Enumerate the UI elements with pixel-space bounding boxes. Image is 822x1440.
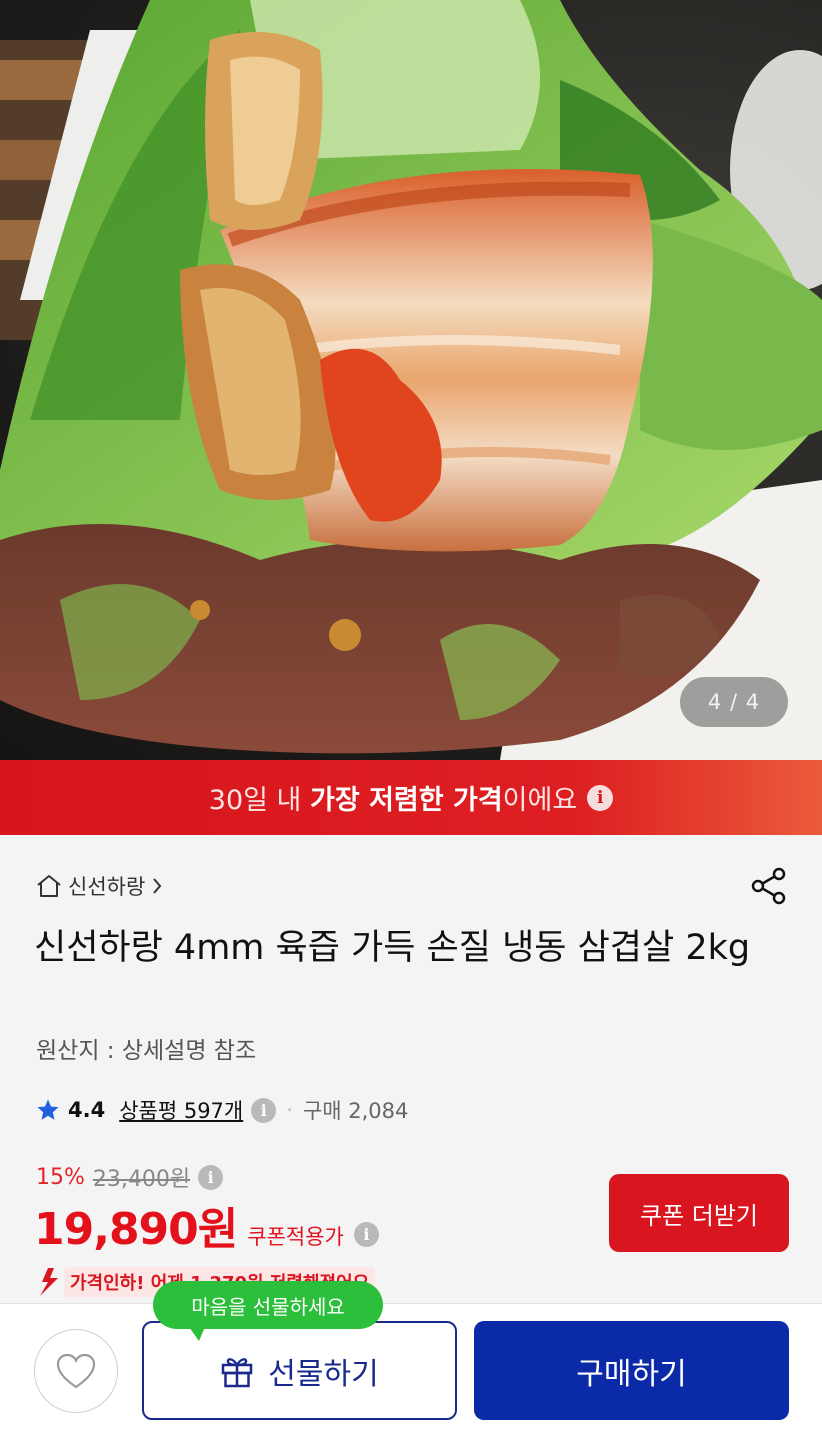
store-link[interactable]: 신선하랑 xyxy=(36,871,163,901)
product-image[interactable]: 4 / 4 xyxy=(0,0,822,760)
gift-tooltip: 마음을 선물하세요 xyxy=(153,1281,383,1341)
rating-row: 4.4 상품평 597개 i · 구매 2,084 xyxy=(36,1095,408,1125)
origin-info: 원산지 : 상세설명 참조 xyxy=(36,1038,257,1064)
star-icon xyxy=(37,1099,59,1120)
share-icon[interactable] xyxy=(748,865,790,907)
chevron-right-icon xyxy=(153,878,162,894)
coupon-price-label: 쿠폰적용가 xyxy=(247,1225,344,1249)
product-photo-illustration xyxy=(0,0,822,760)
rating-score: 4.4 xyxy=(68,1098,106,1122)
purchase-count: 구매 2,084 xyxy=(302,1099,409,1123)
reviews-link[interactable]: 상품평 597개 xyxy=(119,1095,243,1125)
down-arrow-icon xyxy=(40,1268,58,1296)
wishlist-button[interactable] xyxy=(34,1329,118,1413)
lowest-price-banner[interactable]: 30일 내 가장 저렴한 가격이에요 i xyxy=(0,760,822,835)
price-info-icon[interactable]: i xyxy=(198,1164,224,1190)
banner-highlight: 가장 저렴한 가격 xyxy=(309,785,503,816)
separator-dot: · xyxy=(286,1098,293,1122)
gift-button-label: 선물하기 xyxy=(268,1356,379,1392)
review-info-icon[interactable]: i xyxy=(251,1097,277,1123)
original-price: 23,400원 xyxy=(92,1167,191,1192)
heart-icon xyxy=(56,1353,96,1389)
get-coupon-button[interactable]: 쿠폰 더받기 xyxy=(609,1174,789,1252)
gift-icon xyxy=(222,1357,253,1387)
store-name: 신선하랑 xyxy=(68,875,146,899)
discount-row: 15% 23,400원 i xyxy=(36,1161,224,1193)
sale-price: 19,890원 xyxy=(34,1204,238,1255)
info-icon[interactable]: i xyxy=(587,784,614,811)
home-icon xyxy=(37,875,61,897)
price-row: 19,890원 쿠폰적용가 i xyxy=(34,1193,379,1257)
banner-prefix: 30일 내 xyxy=(208,785,310,816)
discount-percent: 15% xyxy=(36,1164,85,1190)
bottom-action-bar: 선물하기 구매하기 xyxy=(0,1303,822,1440)
buy-button[interactable]: 구매하기 xyxy=(474,1321,789,1420)
banner-suffix: 이에요 xyxy=(502,785,578,816)
image-page-counter: 4 / 4 xyxy=(680,677,788,727)
coupon-info-icon[interactable]: i xyxy=(353,1222,379,1247)
product-info: 신선하랑 신선하랑 4mm 육즙 가득 손질 냉동 삼겹살 2kg 원산지 : … xyxy=(0,835,822,1305)
banner-text: 30일 내 가장 저렴한 가격이에요 xyxy=(209,778,577,817)
product-title: 신선하랑 4mm 육즙 가득 손질 냉동 삼겹살 2kg xyxy=(34,928,751,968)
